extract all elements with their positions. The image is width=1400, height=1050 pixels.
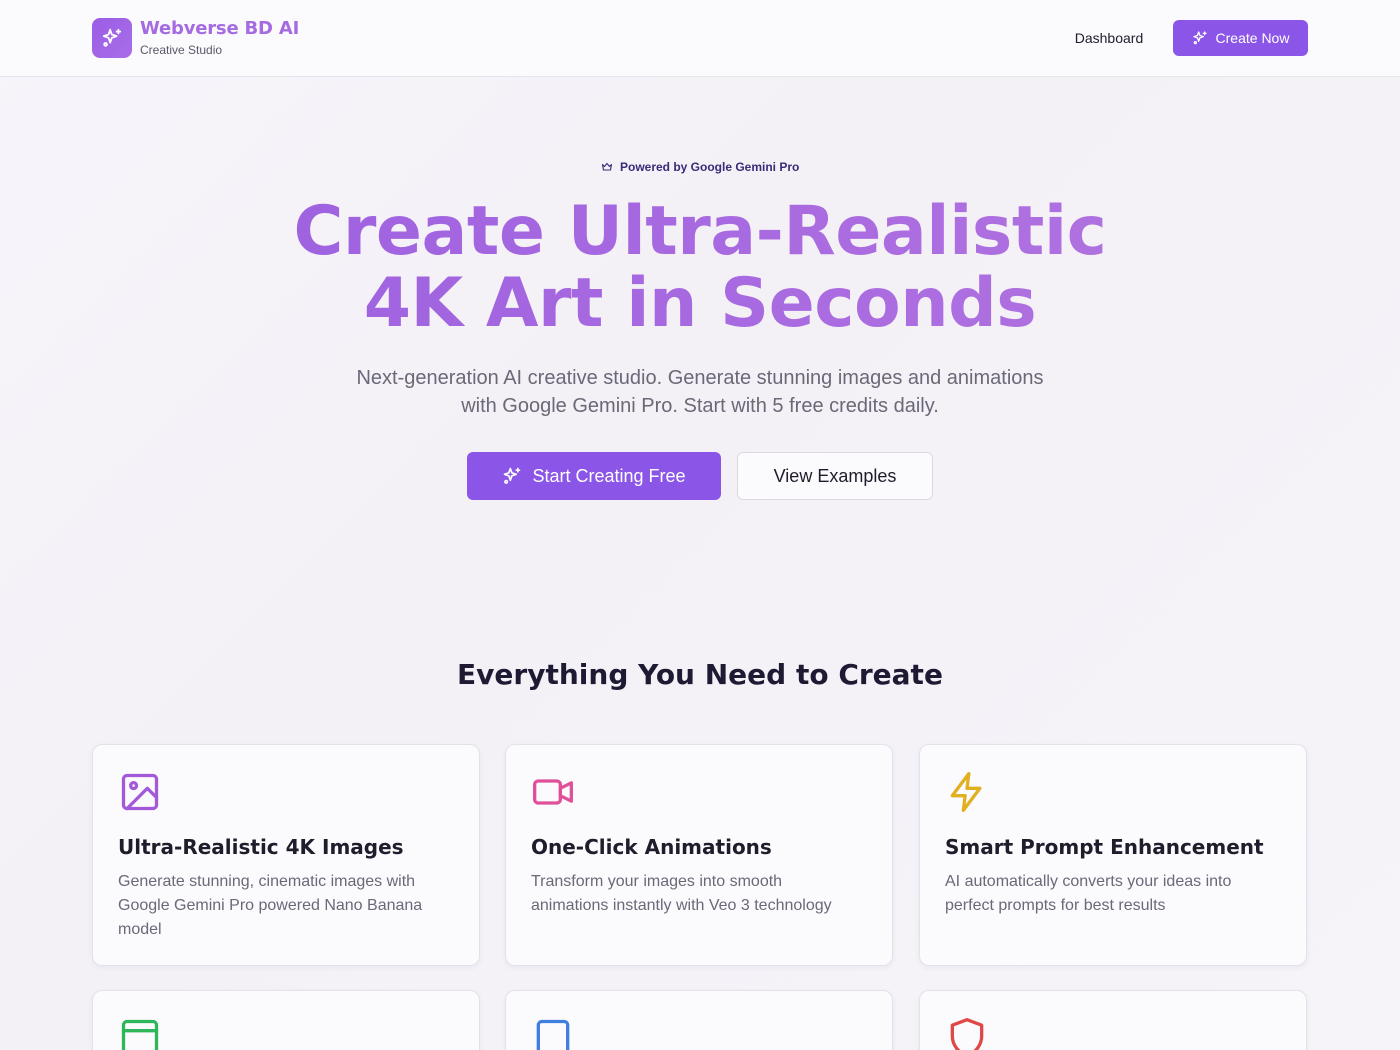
feature-description: AI automatically converts your ideas int… [945, 873, 1232, 914]
brand-subtitle: Creative Studio [140, 43, 223, 57]
view-examples-button[interactable]: View Examples [737, 452, 933, 500]
hero-title: Create Ultra-Realistic 4K Art in Seconds [0, 196, 1400, 340]
features-section-title: Everything You Need to Create [457, 658, 943, 691]
hero-subtitle: Next-generation AI creative studio. Gene… [356, 367, 1044, 417]
feature-description: Generate stunning, cinematic images with… [118, 873, 423, 938]
hero-title-line1: Create Ultra-Realistic [0, 196, 1400, 268]
sparkles-icon [504, 467, 521, 484]
feature-title: Ultra-Realistic 4K Images [118, 835, 404, 859]
brand-name: Webverse BD AI [140, 18, 300, 39]
brand[interactable]: Webverse BD AI Creative Studio [92, 18, 299, 58]
sparkles-icon [1192, 31, 1207, 45]
video-icon [533, 779, 573, 805]
browser-icon [121, 1019, 159, 1050]
feature-card-6 [919, 990, 1307, 1050]
start-creating-button[interactable]: Start Creating Free [467, 452, 721, 500]
crown-icon [601, 162, 612, 171]
feature-card-prompt: Smart Prompt Enhancement AI automaticall… [919, 744, 1307, 966]
hero-title-line2: 4K Art in Seconds [0, 268, 1400, 340]
start-creating-label: Start Creating Free [532, 465, 686, 486]
nav-dashboard-link[interactable]: Dashboard [1060, 20, 1158, 56]
feature-card-4 [92, 990, 480, 1050]
feature-title: One-Click Animations [531, 835, 772, 859]
feature-card-5 [505, 990, 893, 1050]
feature-description: Transform your images into smooth animat… [531, 873, 832, 914]
shield-icon [950, 1018, 984, 1050]
create-now-button[interactable]: Create Now [1173, 20, 1308, 56]
feature-card-images: Ultra-Realistic 4K Images Generate stunn… [92, 744, 480, 966]
feature-card-animations: One-Click Animations Transform your imag… [505, 744, 893, 966]
zap-icon [950, 772, 982, 812]
image-icon [121, 773, 159, 811]
sparkles-icon [92, 18, 132, 58]
badge-text: Powered by Google Gemini Pro [619, 160, 800, 174]
create-now-label: Create Now [1215, 30, 1290, 46]
square-icon [536, 1019, 570, 1050]
feature-title: Smart Prompt Enhancement [945, 835, 1264, 859]
powered-by-badge: Powered by Google Gemini Pro [0, 160, 1400, 174]
top-navbar: Webverse BD AI Creative Studio Dashboard… [0, 0, 1400, 77]
